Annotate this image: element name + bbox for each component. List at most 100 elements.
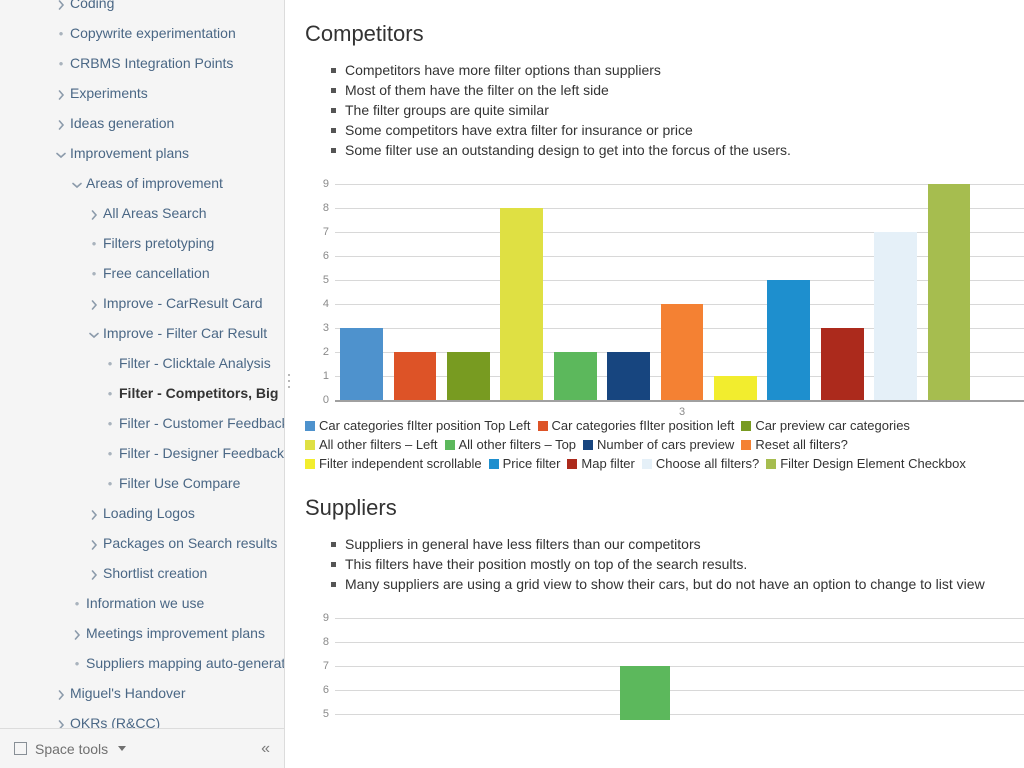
sidebar-item-shortlist-creation[interactable]: Shortlist creation bbox=[0, 558, 284, 588]
legend-label: All other filters – Top bbox=[458, 437, 577, 452]
sidebar-item-label: Copywrite experimentation bbox=[70, 25, 236, 41]
space-navigation-sidebar: Coding • Copywrite experimentation • CRBMS I… bbox=[0, 0, 285, 768]
bullet-item: Some filter use an outstanding design to… bbox=[331, 140, 1024, 160]
suppliers-chart-block: 9876543210 bbox=[305, 610, 1024, 720]
sidebar-item-filter-use-compare[interactable]: • Filter Use Compare bbox=[0, 468, 284, 498]
sidebar-item-improve-filter-car-result[interactable]: Improve - Filter Car Result bbox=[0, 318, 284, 348]
sidebar-item-label: Meetings improvement plans bbox=[86, 625, 265, 641]
sidebar-item-label: CRBMS Integration Points bbox=[70, 55, 234, 71]
sidebar-item-filters-pretotyping[interactable]: • Filters pretotyping bbox=[0, 228, 284, 258]
bullet-icon: • bbox=[107, 356, 113, 371]
sidebar-item-label: Filters pretotyping bbox=[103, 235, 215, 251]
bar bbox=[393, 352, 437, 400]
chevron-right-icon[interactable] bbox=[52, 110, 70, 138]
sidebar-item-improvement-plans[interactable]: Improvement plans bbox=[0, 138, 284, 168]
sidebar-item-label: Filter - Customer Feedback bbox=[119, 415, 284, 431]
sidebar-item-miguel-s-handover[interactable]: Miguel's Handover bbox=[0, 678, 284, 708]
legend-label: Price filter bbox=[502, 456, 561, 471]
sidebar-item-packages-on-search-results[interactable]: Packages on Search results bbox=[0, 528, 284, 558]
y-axis-tick-label: 5 bbox=[322, 274, 329, 286]
chevron-down-icon[interactable] bbox=[85, 320, 103, 348]
legend-item: Car preview car categories bbox=[741, 416, 910, 435]
legend-swatch bbox=[741, 440, 752, 450]
legend-item: Map filter bbox=[567, 454, 635, 473]
sidebar-item-label: Suppliers mapping auto-generated bbox=[86, 655, 284, 671]
space-tools-button[interactable]: Space tools bbox=[14, 740, 127, 757]
y-axis-tick-label: 6 bbox=[322, 250, 329, 262]
chevron-down-icon[interactable] bbox=[68, 170, 86, 198]
sidebar-item-ideas-generation[interactable]: Ideas generation bbox=[0, 108, 284, 138]
bullet-item: Competitors have more filter options tha… bbox=[331, 60, 1024, 80]
bar bbox=[660, 304, 704, 400]
bullet-icon: • bbox=[107, 446, 113, 461]
legend-label: Car categories fIlter position Top Left bbox=[319, 418, 531, 433]
y-axis-tick-label: 9 bbox=[322, 178, 329, 190]
bullet-item: The filter groups are quite similar bbox=[331, 100, 1024, 120]
y-axis-tick-label: 5 bbox=[322, 708, 329, 720]
legend-swatch bbox=[741, 421, 752, 431]
legend-swatch bbox=[537, 421, 548, 431]
legend-item: All other filters – Left bbox=[305, 435, 438, 454]
space-tools-label: Space tools bbox=[35, 740, 109, 757]
chevron-right-icon[interactable] bbox=[85, 500, 103, 528]
sidebar-item-label: All Areas Search bbox=[103, 205, 207, 221]
chevron-right-icon[interactable] bbox=[52, 80, 70, 108]
sidebar-item-information-we-use[interactable]: • Information we use bbox=[0, 588, 284, 618]
sidebar-item-filter-competitors-big[interactable]: • Filter - Competitors, Big bbox=[0, 378, 284, 408]
sidebar-resize-handle[interactable] bbox=[286, 0, 294, 768]
chevron-right-icon[interactable] bbox=[68, 620, 86, 648]
collapse-sidebar-button[interactable]: « bbox=[261, 740, 270, 757]
sidebar-item-copywrite-experimentation[interactable]: • Copywrite experimentation bbox=[0, 18, 284, 48]
legend-label: Map filter bbox=[581, 456, 635, 471]
chevron-right-icon[interactable] bbox=[52, 680, 70, 708]
sidebar-item-filter-customer-feedback[interactable]: • Filter - Customer Feedback bbox=[0, 408, 284, 438]
gridline bbox=[335, 184, 1024, 185]
bar bbox=[500, 208, 544, 400]
gridline bbox=[335, 666, 1024, 667]
sidebar-item-coding[interactable]: Coding bbox=[0, 0, 284, 18]
chevron-down-icon bbox=[118, 746, 127, 751]
legend-label: Reset all filters? bbox=[755, 437, 848, 452]
competitors-chart-legend: Car categories fIlter position Top Left C… bbox=[305, 416, 1024, 474]
bullet-icon: • bbox=[91, 236, 97, 251]
sidebar-item-filter-clicktale-analysis[interactable]: • Filter - Clicktale Analysis bbox=[0, 348, 284, 378]
sidebar-item-meetings-improvement-plans[interactable]: Meetings improvement plans bbox=[0, 618, 284, 648]
sidebar-item-all-areas-search[interactable]: All Areas Search bbox=[0, 198, 284, 228]
sidebar-item-label: Improve - Filter Car Result bbox=[103, 325, 268, 341]
gridline bbox=[335, 256, 1024, 257]
sidebar-item-areas-of-improvement[interactable]: Areas of improvement bbox=[0, 168, 284, 198]
y-axis-tick-label: 4 bbox=[322, 298, 329, 310]
chevron-right-icon[interactable] bbox=[85, 560, 103, 588]
sidebar-item-label: Filter - Competitors, Big bbox=[119, 385, 279, 401]
chevron-right-icon[interactable] bbox=[52, 0, 70, 18]
chevron-right-icon[interactable] bbox=[85, 290, 103, 318]
competitors-chart-block: 0 1 2 3 4 5 6 7 8 9 3 Car categories fIlter positi… bbox=[305, 176, 1024, 474]
sidebar-item-label: Loading Logos bbox=[103, 505, 195, 521]
y-axis-tick-label: 7 bbox=[322, 660, 329, 672]
bullet-icon: • bbox=[107, 416, 113, 431]
sidebar-item-label: Ideas generation bbox=[70, 115, 175, 131]
bar bbox=[447, 352, 490, 400]
sidebar-item-experiments[interactable]: Experiments bbox=[0, 78, 284, 108]
sidebar-item-label: Information we use bbox=[86, 595, 205, 611]
chevron-right-icon[interactable] bbox=[85, 530, 103, 558]
sidebar-item-free-cancellation[interactable]: • Free cancellation bbox=[0, 258, 284, 288]
sidebar-item-loading-logos[interactable]: Loading Logos bbox=[0, 498, 284, 528]
sidebar-item-filter-designer-feedback[interactable]: • Filter - Designer Feedback bbox=[0, 438, 284, 468]
bullet-item: Some competitors have extra filter for i… bbox=[331, 120, 1024, 140]
chevron-down-icon[interactable] bbox=[52, 140, 70, 168]
sidebar-item-crbms-integration-points[interactable]: • CRBMS Integration Points bbox=[0, 48, 284, 78]
sidebar-item-label: Improve - CarResult Card bbox=[103, 295, 263, 311]
bullet-item: Suppliers in general have less filters t… bbox=[331, 534, 1024, 554]
sidebar-item-suppliers-mapping-auto-generated[interactable]: • Suppliers mapping auto-generated bbox=[0, 648, 284, 678]
sidebar-item-improve-carresult-card[interactable]: Improve - CarResult Card bbox=[0, 288, 284, 318]
legend-item: Car categories fIlter position left bbox=[537, 416, 734, 435]
chevron-right-icon[interactable] bbox=[85, 200, 103, 228]
legend-item: Filter Design Element Checkbox bbox=[766, 454, 966, 473]
competitors-chart: 0 1 2 3 4 5 6 7 8 9 3 bbox=[305, 176, 1024, 418]
legend-swatch bbox=[583, 440, 594, 450]
competitors-heading: Competitors bbox=[305, 21, 424, 46]
resize-grip-icon bbox=[288, 374, 291, 392]
suppliers-bullet-list: Suppliers in general have less filters t… bbox=[305, 534, 1024, 594]
bullet-item: This filters have their position mostly … bbox=[331, 554, 1024, 574]
